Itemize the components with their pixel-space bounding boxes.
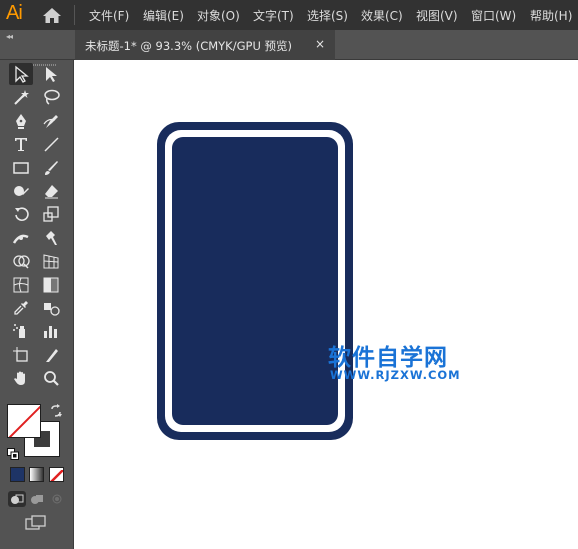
- pen-tool-icon: [16, 113, 26, 129]
- watermark-url: WWW.RJZXW.COM: [330, 368, 461, 382]
- hand-tool-button[interactable]: [9, 367, 33, 389]
- rotate-tool-icon: [15, 207, 29, 222]
- puppet-warp-tool-button[interactable]: [39, 227, 63, 249]
- default-fill-stroke-icon[interactable]: [7, 445, 19, 460]
- perspective-grid-tool-icon: [43, 254, 59, 269]
- menu-separator: [74, 5, 75, 25]
- menu-view[interactable]: 视图(V): [416, 7, 458, 24]
- artboard-canvas[interactable]: 软件自学网 WWW.RJZXW.COM: [75, 61, 578, 549]
- menu-object[interactable]: 对象(O): [197, 7, 240, 24]
- tab-strip: ◂◂ 未标题-1* @ 93.3% (CMYK/GPU 预览) ×: [0, 30, 578, 60]
- scale-tool-button[interactable]: [39, 203, 63, 225]
- draw-normal-button[interactable]: [8, 491, 26, 507]
- swap-fill-stroke-icon[interactable]: [49, 403, 63, 417]
- document-tab-title: 未标题-1* @ 93.3% (CMYK/GPU 预览): [85, 39, 292, 53]
- draw-normal-icon: [11, 494, 24, 504]
- type-tool-icon: [15, 138, 27, 152]
- gradient-tool-button[interactable]: [39, 274, 63, 296]
- menu-effect[interactable]: 效果(C): [361, 7, 403, 24]
- none-mode-icon: [50, 469, 63, 481]
- hand-tool-icon: [14, 371, 25, 386]
- magic-wand-tool-button[interactable]: [9, 86, 33, 108]
- blend-tool-icon: [44, 303, 60, 316]
- menu-type[interactable]: 文字(T): [253, 7, 294, 24]
- illustrator-window: Ai 文件(F) 编辑(E) 对象(O) 文字(T) 选择(S) 效果(C) 视图(V) 窗口…: [0, 0, 578, 549]
- eyedropper-tool-icon: [14, 301, 28, 315]
- paintbrush-tool-button[interactable]: [39, 157, 63, 179]
- magic-wand-tool-icon: [14, 90, 29, 106]
- draw-behind-icon: [31, 495, 43, 504]
- width-tool-button[interactable]: [9, 227, 33, 249]
- gradient-tool-icon: [43, 277, 59, 293]
- inner-rounded-rect[interactable]: [172, 137, 338, 425]
- column-graph-tool-button[interactable]: [39, 320, 63, 342]
- width-tool-icon: [12, 234, 29, 244]
- column-graph-tool-icon: [44, 326, 57, 339]
- lasso-tool-icon: [44, 90, 60, 106]
- pen-tool-button[interactable]: [9, 110, 33, 132]
- perspective-grid-tool-button[interactable]: [39, 250, 63, 272]
- slice-tool-button[interactable]: [39, 344, 63, 366]
- puppet-warp-tool-icon: [46, 230, 57, 245]
- direct-selection-tool-button[interactable]: [39, 63, 63, 85]
- shape-builder-tool-button[interactable]: [9, 250, 33, 272]
- menu-help[interactable]: 帮助(H): [530, 7, 572, 24]
- blend-tool-button[interactable]: [39, 297, 63, 319]
- mesh-tool-button[interactable]: [9, 274, 33, 296]
- fill-swatch[interactable]: [7, 404, 41, 438]
- direct-selection-tool-icon: [46, 67, 57, 82]
- mesh-tool-icon: [13, 277, 29, 293]
- gradient-mode-button[interactable]: [29, 467, 44, 482]
- selection-tool-icon: [15, 65, 29, 83]
- curvature-tool-button[interactable]: [39, 110, 63, 132]
- symbol-sprayer-tool-icon: [13, 324, 25, 339]
- menu-select[interactable]: 选择(S): [307, 7, 348, 24]
- shaper-tool-button[interactable]: [9, 180, 33, 202]
- document-tab[interactable]: 未标题-1* @ 93.3% (CMYK/GPU 预览) ×: [75, 30, 335, 60]
- rectangle-tool-button[interactable]: [9, 157, 33, 179]
- scale-tool-icon: [43, 206, 59, 223]
- rectangle-tool-icon: [13, 161, 29, 174]
- shape-builder-tool-icon: [13, 255, 30, 269]
- draw-inside-button[interactable]: [48, 491, 66, 507]
- curvature-tool-icon: [43, 114, 58, 128]
- selection-tool-button[interactable]: [9, 63, 33, 85]
- line-segment-tool-button[interactable]: [39, 133, 63, 155]
- symbol-sprayer-tool-button[interactable]: [9, 320, 33, 342]
- screen-mode-icon[interactable]: [25, 515, 47, 531]
- eraser-tool-button[interactable]: [39, 180, 63, 202]
- zoom-tool-button[interactable]: [39, 367, 63, 389]
- home-icon[interactable]: [42, 7, 62, 24]
- eyedropper-tool-button[interactable]: [9, 297, 33, 319]
- menu-bar: Ai 文件(F) 编辑(E) 对象(O) 文字(T) 选择(S) 效果(C) 视图(V) 窗口…: [0, 0, 578, 30]
- rotate-tool-button[interactable]: [9, 203, 33, 225]
- close-tab-button[interactable]: ×: [315, 37, 325, 51]
- none-mode-button[interactable]: [49, 467, 64, 482]
- menu-window[interactable]: 窗口(W): [471, 7, 516, 24]
- artboard-tool-icon: [13, 346, 28, 362]
- paintbrush-tool-icon: [45, 160, 58, 175]
- slice-tool-icon: [46, 348, 58, 362]
- shaper-tool-icon: [14, 186, 29, 196]
- menu-file[interactable]: 文件(F): [89, 7, 129, 24]
- rounded-rectangle-artwork[interactable]: [157, 122, 353, 440]
- line-segment-tool-icon: [44, 137, 59, 152]
- draw-inside-icon: [52, 494, 62, 504]
- lasso-tool-button[interactable]: [39, 86, 63, 108]
- eraser-tool-icon: [45, 185, 58, 199]
- zoom-tool-icon: [44, 371, 59, 386]
- none-fill-icon: [8, 405, 40, 437]
- type-tool-button[interactable]: [9, 133, 33, 155]
- color-mode-button[interactable]: [10, 467, 25, 482]
- menu-edit[interactable]: 编辑(E): [143, 7, 184, 24]
- draw-behind-button[interactable]: [28, 491, 46, 507]
- watermark-title: 软件自学网: [328, 345, 448, 371]
- artboard-tool-button[interactable]: [9, 344, 33, 366]
- app-logo: Ai: [6, 2, 23, 24]
- collapse-panels-button[interactable]: ◂◂: [6, 32, 13, 41]
